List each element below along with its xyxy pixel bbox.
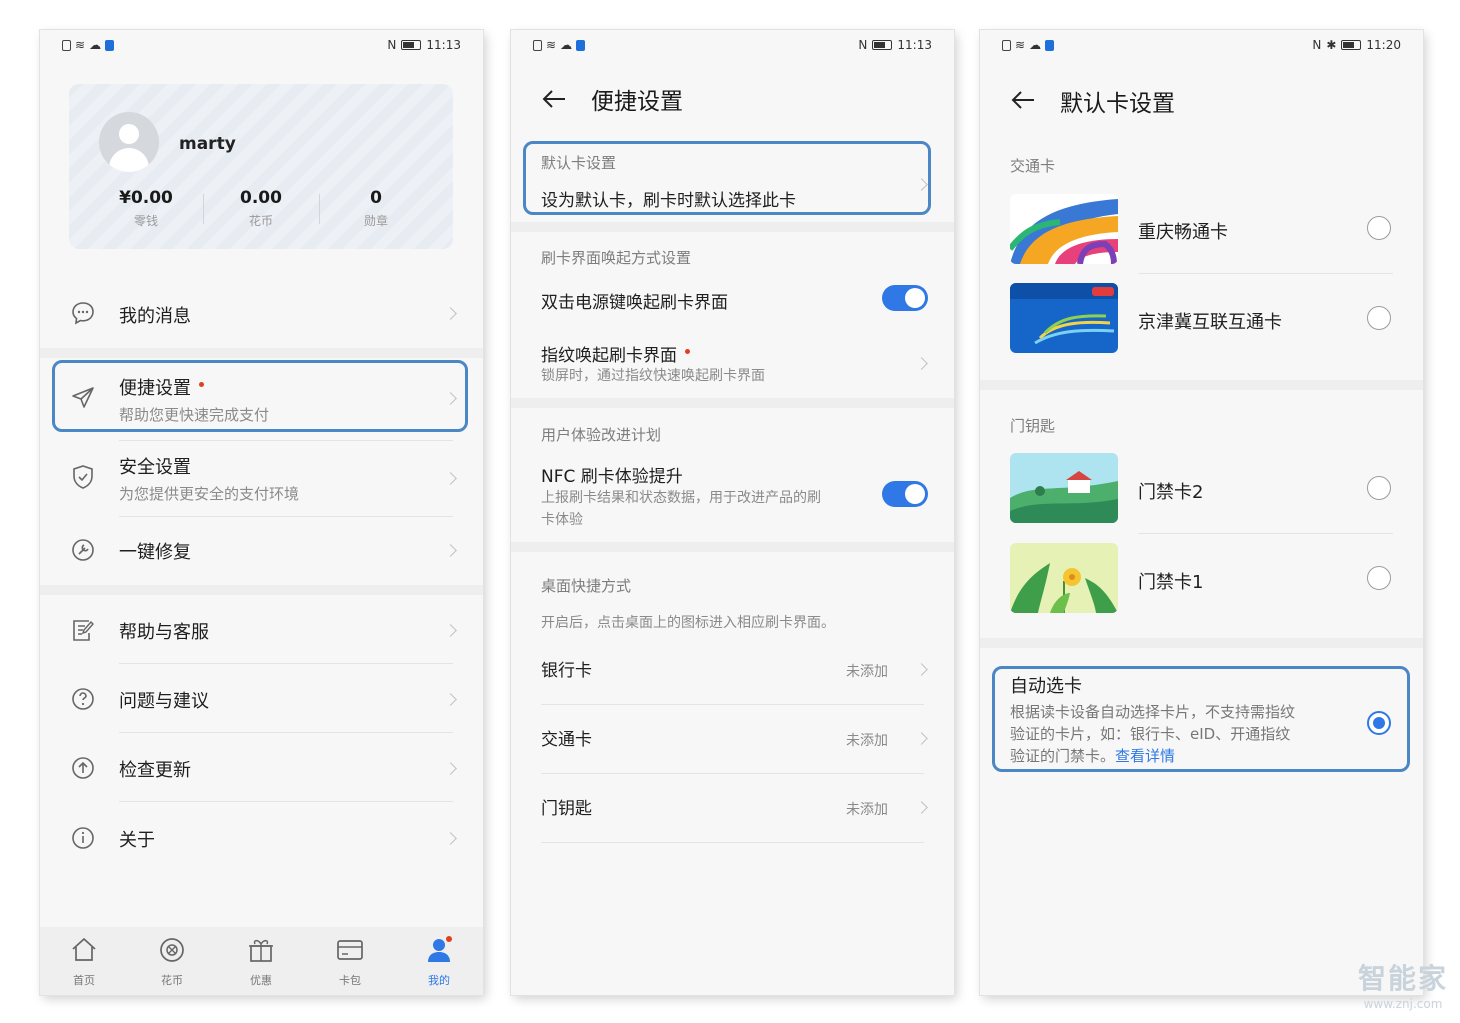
edit-document-icon	[73, 620, 94, 641]
back-arrow-icon[interactable]	[1010, 87, 1036, 113]
card-door-1[interactable]: 门禁卡1	[980, 542, 1423, 618]
cloud-icon: ☁	[89, 38, 102, 52]
screen-me: ≋ ☁ N 11:13 marty ¥0.00 零钱 0.00 花币 0 勋章 我的…	[40, 30, 483, 995]
chevron-right-icon	[444, 762, 457, 775]
nfc-experience-setting: NFC 刷卡体验提升 上报刷卡结果和状态数据，用于改进产品的刷 卡体验	[511, 458, 954, 538]
app-notification-icon	[576, 39, 586, 51]
bluetooth-icon: ✱	[1326, 38, 1337, 52]
nfc-experience-toggle[interactable]	[882, 481, 928, 507]
chevron-right-icon	[444, 693, 457, 706]
double-click-toggle[interactable]	[882, 285, 928, 311]
nav-home[interactable]: 首页	[54, 935, 114, 988]
nfc-icon: N	[858, 38, 868, 52]
battery-icon	[872, 40, 893, 50]
card-door-2[interactable]: 门禁卡2	[980, 452, 1423, 528]
radio-chongqing[interactable]	[1367, 216, 1391, 240]
fingerprint-wake-setting[interactable]: 指纹唤起刷卡界面 锁屏时，通过指纹快速唤起刷卡界面	[511, 335, 954, 395]
nav-offers[interactable]: 优惠	[231, 935, 291, 988]
stat-change[interactable]: ¥0.00 零钱	[91, 188, 201, 229]
user-icon	[428, 936, 452, 962]
door-card-2-image	[1010, 453, 1118, 523]
menu-item-feedback[interactable]: 问题与建议	[40, 670, 483, 730]
chevron-right-icon	[444, 832, 457, 845]
card-icon	[337, 940, 363, 960]
menu-item-security-settings[interactable]: 安全设置 为您提供更安全的支付环境	[40, 442, 483, 518]
watermark: 智能家 www.znj.com	[1357, 962, 1448, 1011]
highlight-frame	[523, 141, 931, 215]
radio-door-1[interactable]	[1367, 566, 1391, 590]
card-jingjinji[interactable]: 京津冀互联互通卡	[980, 282, 1423, 358]
jingjinji-card-image	[1010, 283, 1118, 353]
question-circle-icon	[72, 688, 94, 710]
info-icon	[72, 827, 94, 849]
chevron-right-icon	[444, 472, 457, 485]
new-badge-dot	[685, 349, 690, 355]
stat-coins[interactable]: 0.00 花币	[206, 188, 316, 229]
radio-door-2[interactable]	[1367, 476, 1391, 500]
status-bar: ≋ ☁ N ✱ 11:20	[1002, 38, 1401, 56]
cloud-icon: ☁	[1029, 38, 1042, 52]
repair-icon	[72, 539, 94, 561]
highlight-frame	[52, 360, 468, 432]
status-bar: ≋ ☁ N 11:13	[62, 38, 461, 56]
menu-item-help[interactable]: 帮助与客服	[40, 600, 483, 660]
nfc-icon: N	[1312, 38, 1322, 52]
shortcut-door-key[interactable]: 门钥匙 未添加	[511, 782, 954, 842]
door-card-1-image	[1010, 543, 1118, 613]
status-time: 11:13	[897, 38, 932, 52]
status-time: 11:13	[426, 38, 461, 52]
shortcut-bank-card[interactable]: 银行卡 未添加	[511, 644, 954, 704]
battery-icon	[401, 40, 422, 50]
app-notification-icon	[105, 39, 115, 51]
nav-card-wallet[interactable]: 卡包	[320, 935, 380, 988]
bottom-nav: 首页 花币 优惠 卡包 我的	[40, 927, 483, 995]
chevron-right-icon	[915, 732, 928, 745]
wifi-icon: ≋	[1015, 38, 1026, 52]
highlight-frame	[992, 666, 1410, 772]
chevron-right-icon	[444, 544, 457, 557]
chat-bubble-icon	[72, 302, 94, 325]
nav-me[interactable]: 我的	[409, 935, 469, 988]
arrow-up-circle-icon	[72, 757, 94, 779]
double-click-power-setting: 双击电源键唤起刷卡界面	[511, 280, 954, 320]
card-chongqing[interactable]: 重庆畅通卡	[980, 192, 1423, 268]
chevron-right-icon	[444, 307, 457, 320]
menu-item-one-click-repair[interactable]: 一键修复	[40, 520, 483, 580]
chongqing-card-image	[1010, 194, 1118, 264]
chevron-right-icon	[915, 801, 928, 814]
username: marty	[179, 134, 236, 154]
status-bar: ≋ ☁ N 11:13	[533, 38, 932, 56]
chevron-right-icon	[444, 624, 457, 637]
app-notification-icon	[1045, 39, 1055, 51]
page-title: 便捷设置	[591, 89, 683, 115]
gift-icon	[249, 939, 273, 962]
back-arrow-icon[interactable]	[541, 86, 567, 112]
menu-item-messages[interactable]: 我的消息	[40, 288, 483, 338]
screen-default-card: ≋ ☁ N ✱ 11:20 默认卡设置 交通卡 重庆畅通卡 京津冀互联互通卡 门钥匙	[980, 30, 1423, 995]
nav-coins[interactable]: 花币	[142, 935, 202, 988]
nfc-icon: N	[387, 38, 397, 52]
shield-check-icon	[73, 465, 93, 489]
chevron-right-icon	[915, 663, 928, 676]
profile-card[interactable]: marty ¥0.00 零钱 0.00 花币 0 勋章	[69, 84, 453, 249]
stat-medals[interactable]: 0 勋章	[321, 188, 431, 229]
avatar[interactable]	[99, 112, 159, 172]
home-icon	[72, 937, 96, 961]
status-time: 11:20	[1366, 38, 1401, 52]
menu-item-about[interactable]: 关于	[40, 808, 483, 868]
page-title: 默认卡设置	[1060, 91, 1175, 117]
shortcut-transit-card[interactable]: 交通卡 未添加	[511, 713, 954, 773]
coin-icon	[160, 938, 184, 962]
battery-icon	[1341, 40, 1362, 50]
radio-jingjinji[interactable]	[1367, 306, 1391, 330]
wifi-icon: ≋	[546, 38, 557, 52]
wifi-icon: ≋	[75, 38, 86, 52]
menu-item-check-update[interactable]: 检查更新	[40, 738, 483, 798]
cloud-icon: ☁	[560, 38, 573, 52]
chevron-right-icon	[915, 357, 928, 370]
